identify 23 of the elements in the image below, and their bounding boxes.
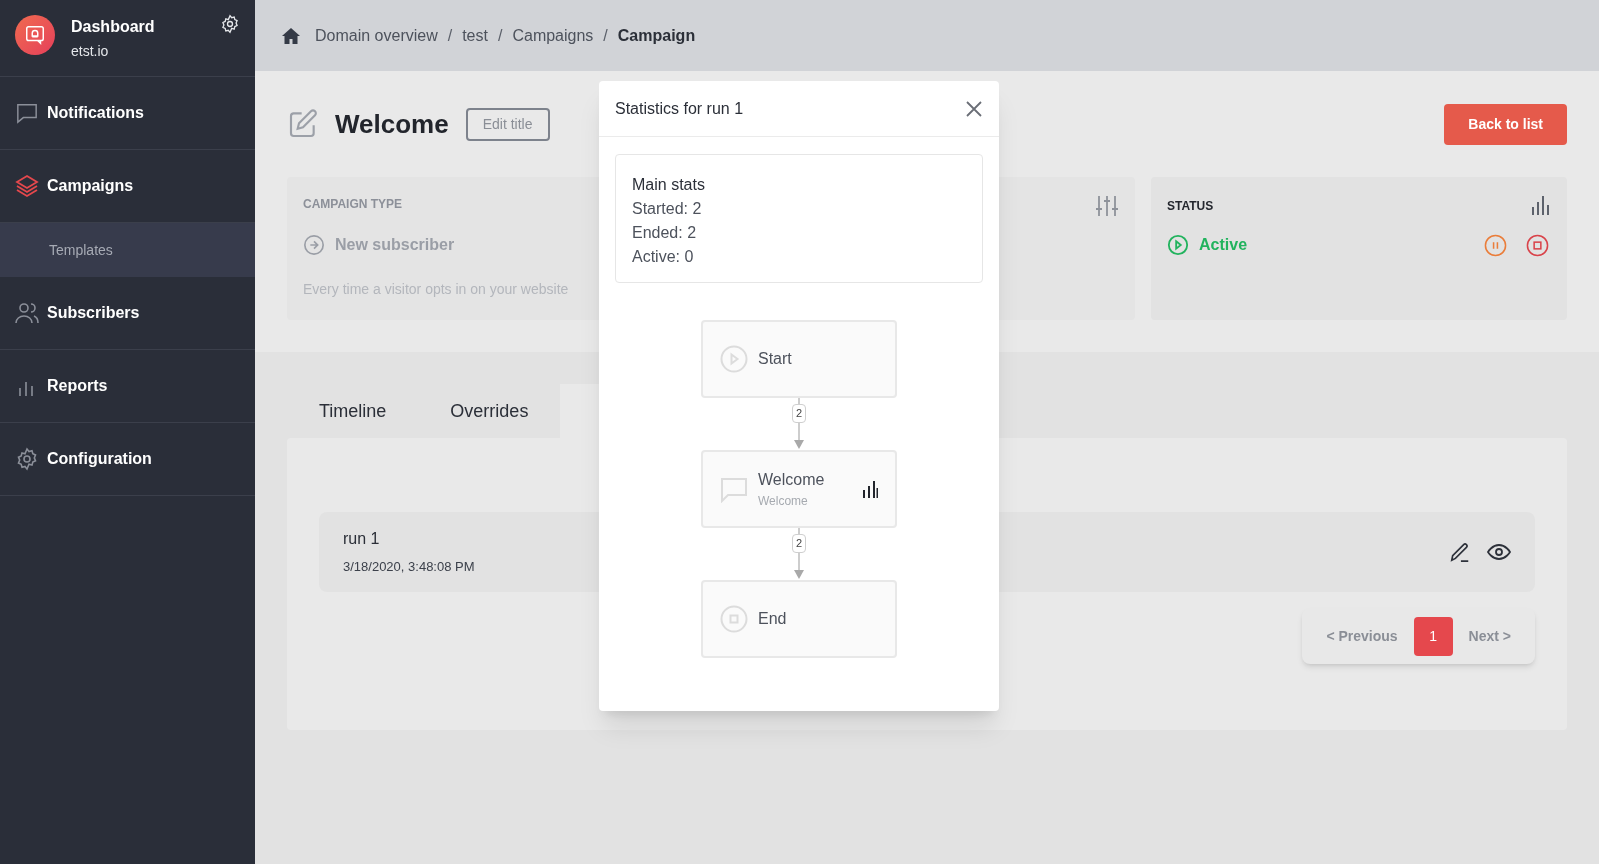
node-title: End: [758, 609, 787, 629]
run-name: run 1: [343, 529, 381, 550]
stat-line: Started: 2: [632, 199, 703, 219]
node-title: Welcome: [758, 470, 825, 490]
node-title: Start: [758, 349, 792, 369]
node-subtitle: Welcome: [758, 493, 809, 510]
run-date: 3/18/2020, 3:48:08 PM: [343, 558, 475, 577]
brand-title: Dashboard: [71, 17, 155, 37]
card-heading: STATUS: [1167, 198, 1214, 215]
status-value: Active: [1199, 235, 1248, 255]
card-heading: CAMPAIGN TYPE: [303, 196, 403, 213]
flow-count-badge: 2: [791, 404, 807, 423]
breadcrumb-separator: /: [497, 25, 503, 46]
campaign-type-value: New subscriber: [335, 235, 455, 255]
stats-heading: Main stats: [632, 175, 706, 195]
flow-count-badge: 2: [791, 534, 807, 553]
breadcrumb-separator: /: [603, 25, 608, 46]
page-title: Welcome: [335, 107, 449, 141]
brand-subtitle: etst.io: [71, 42, 110, 61]
dialog-title: Statistics for run 1: [615, 98, 744, 119]
breadcrumb-separator: /: [447, 25, 453, 46]
stat-line: Ended: 2: [632, 223, 698, 243]
stat-line: Active: 0: [632, 247, 695, 267]
